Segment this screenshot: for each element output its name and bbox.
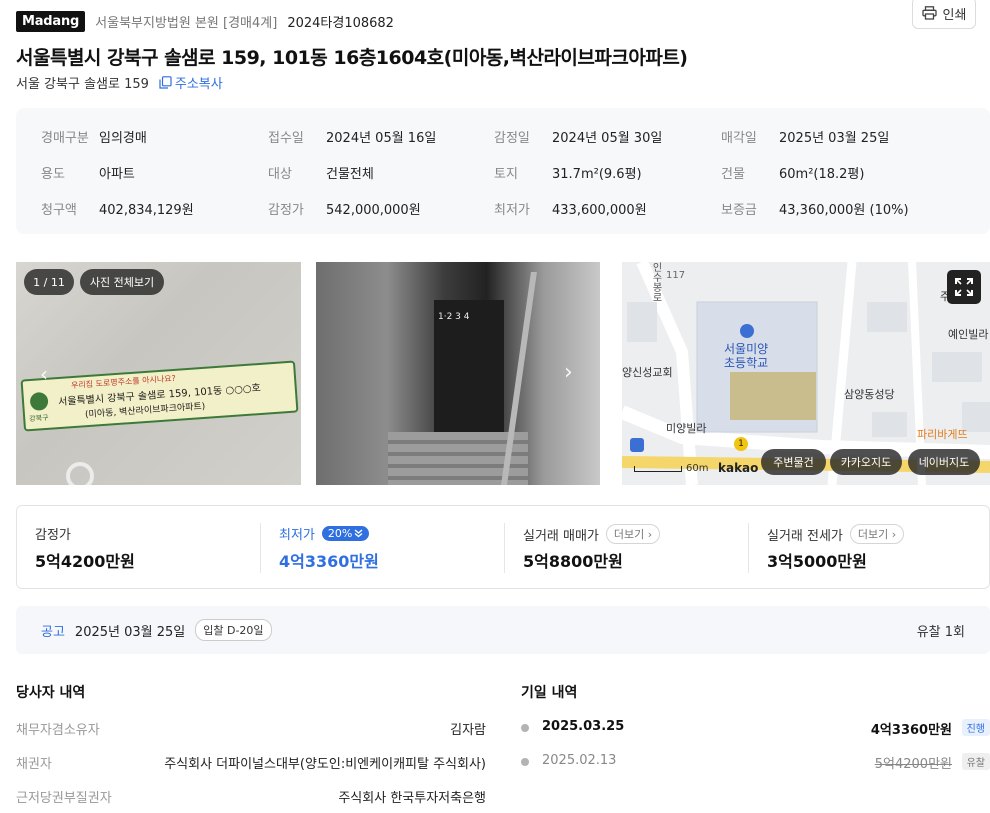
info-building-area: 건물 60m²(18.2평): [721, 167, 865, 182]
jeonse-more-button[interactable]: 더보기 ›: [849, 524, 905, 544]
info-auction-type: 경매구분 임의경매: [41, 131, 147, 146]
status-badge: 진행: [961, 719, 990, 736]
chevron-right-icon[interactable]: ›: [564, 360, 573, 385]
bid-dday-badge: 입찰 D-20일: [195, 619, 272, 641]
price-divider: [504, 523, 505, 573]
history-row: 2025.03.25 4억3360만원 진행: [521, 719, 990, 739]
photo-counter: 1 / 11: [24, 269, 74, 295]
map-scale-label: 60m: [686, 463, 709, 474]
status-badge: 유찰: [961, 753, 990, 770]
history-row: 2025.02.13 5억4200만원 유찰: [521, 753, 990, 773]
notice-label: 공고: [41, 624, 65, 640]
case-info-panel: 경매구분 임의경매 접수일 2024년 05월 16일 감정일 2024년 05…: [16, 108, 990, 234]
naver-map-button[interactable]: 네이버지도: [908, 449, 980, 475]
appraisal-price-cell: 감정가 5억4200만원: [35, 506, 255, 590]
location-map[interactable]: 서울미양 초등학교 양신성교회 삼양동성당 미양빌라 예인빌라 파리바게뜨 인수…: [622, 262, 990, 485]
notice-date: 2025년 03월 25일: [74, 624, 186, 640]
top-bar: Madang 서울북부지방법원 본원 [경매4계] 2024타경108682: [16, 8, 990, 34]
minimum-value: 4억3360만원: [279, 552, 379, 571]
minimum-label: 최저가: [279, 528, 315, 543]
trade-more-button[interactable]: 더보기 ›: [605, 524, 661, 544]
map-label-villa2: 예인빌라: [948, 328, 989, 341]
print-label: 인쇄: [942, 7, 967, 23]
map-label-church1: 양신성교회: [622, 366, 673, 379]
chevron-left-icon[interactable]: ‹: [40, 362, 48, 386]
subway-line-icon: 1: [734, 437, 748, 451]
chevron-right-icon: ›: [647, 528, 653, 541]
info-sale-date: 매각일 2025년 03월 25일: [721, 131, 890, 146]
info-appraisal-date: 감정일 2024년 05월 30일: [494, 131, 663, 146]
minimum-price-cell: 최저가 20% 4억3360만원: [279, 506, 499, 590]
copy-address-button[interactable]: 주소복사: [159, 73, 223, 92]
map-label-road: 인수봉로: [650, 262, 661, 302]
fail-count: 유찰 1회: [916, 624, 965, 640]
view-all-photos-button[interactable]: 사진 전체보기: [80, 269, 164, 295]
map-label-school: 서울미양 초등학교: [724, 342, 769, 370]
print-button[interactable]: 인쇄: [912, 0, 976, 29]
fullscreen-map-button[interactable]: [947, 270, 981, 304]
history-dot: [521, 724, 529, 732]
price-divider: [260, 523, 261, 573]
trade-label-row: 실거래 매매가 더보기 ›: [523, 524, 661, 544]
copy-icon: [159, 76, 172, 89]
info-appraisal-price: 감정가 542,000,000원: [268, 203, 421, 218]
map-label-church2: 삼양동성당: [844, 388, 895, 401]
appraisal-value: 5억4200만원: [35, 552, 135, 571]
info-claim-amount: 청구액 402,834,129원: [41, 203, 194, 218]
minimum-label-row: 최저가 20%: [279, 524, 370, 543]
wall-hook: [66, 462, 94, 485]
court-name: 서울북부지방법원 본원 [경매4계]: [95, 15, 278, 31]
property-photo-entrance[interactable]: 1·2 3 4 ›: [316, 262, 600, 485]
double-chevron-down-icon: [354, 529, 363, 538]
address-sign-photo: 강북구 우리집 도로명주소를 아시나요? 서울특별시 강북구 솔샘로 159, …: [20, 360, 299, 432]
school-icon: [740, 324, 754, 338]
trade-value: 5억8800만원: [523, 552, 623, 571]
road-address: 서울 강북구 솔샘로 159: [16, 77, 149, 92]
madang-logo[interactable]: Madang: [16, 10, 86, 32]
jeonse-price-cell: 실거래 전세가 더보기 › 3억5000만원: [767, 506, 987, 590]
property-photo-main[interactable]: 강북구 우리집 도로명주소를 아시나요? 서울특별시 강북구 솔샘로 159, …: [16, 262, 301, 485]
copy-address-label: 주소복사: [174, 77, 223, 92]
printer-icon: [921, 6, 937, 20]
info-minimum-price: 최저가 433,600,000원: [494, 203, 647, 218]
chevron-right-icon: ›: [891, 528, 897, 541]
jeonse-value: 3억5000만원: [767, 552, 867, 571]
announcement-bar: 공고 2025년 03월 25일 입찰 D-20일 유찰 1회: [16, 606, 990, 654]
bus-stop-icon: [630, 438, 644, 452]
expand-icon: [955, 278, 973, 296]
appraisal-label: 감정가: [35, 528, 71, 543]
map-label-number: 117: [666, 270, 686, 281]
case-number: 2024타경108682: [287, 15, 394, 31]
kakao-map-button[interactable]: 카카오지도: [830, 449, 902, 475]
parties-title: 당사자 내역: [16, 685, 86, 701]
info-usage: 용도 아파트: [41, 167, 135, 182]
history-dot: [521, 758, 529, 766]
map-scale-bar: [634, 466, 682, 472]
info-deposit: 보증금 43,360,000원 (10%): [721, 203, 909, 218]
info-target: 대상 건물전체: [268, 167, 374, 182]
kakao-brand: kakao: [718, 461, 759, 475]
trade-label: 실거래 매매가: [523, 528, 599, 544]
map-label-bakery: 파리바게뜨: [917, 428, 968, 441]
info-land-area: 토지 31.7m²(9.6평): [494, 167, 642, 182]
price-divider: [748, 523, 749, 573]
info-receipt-date: 접수일 2024년 05월 16일: [268, 131, 437, 146]
jeonse-label-row: 실거래 전세가 더보기 ›: [767, 524, 905, 544]
price-summary: 감정가 5억4200만원 최저가 20% 4억3360만원 실거래 매매가 더보…: [16, 505, 990, 589]
property-title: 서울특별시 강북구 솔샘로 159, 101동 16층1604호(미아동,벽산라…: [16, 47, 688, 69]
nearby-items-button[interactable]: 주변물건: [761, 449, 826, 475]
district-emblem-icon: [29, 391, 49, 412]
history-title: 기일 내역: [521, 685, 578, 701]
discount-badge: 20%: [321, 526, 370, 541]
jeonse-label: 실거래 전세가: [767, 528, 843, 544]
building-number-sign: 1·2 3 4: [438, 312, 470, 322]
road-address-row: 서울 강북구 솔샘로 159 주소복사: [16, 73, 223, 92]
sign-org: 강북구: [29, 413, 49, 424]
trade-price-cell: 실거래 매매가 더보기 › 5억8800만원: [523, 506, 743, 590]
map-label-villa1: 미양빌라: [666, 422, 707, 435]
